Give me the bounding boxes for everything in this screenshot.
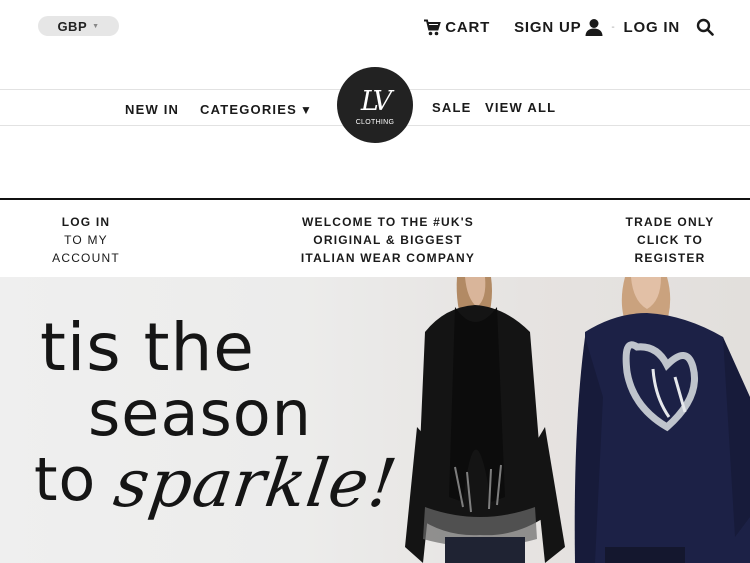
cart-link[interactable]: CART [423,19,490,36]
promo-login-line3: ACCOUNT [52,251,120,265]
log-in-link[interactable]: LOG IN [624,19,680,36]
nav-sale[interactable]: SALE [432,100,471,115]
hero-line-3: to [34,445,97,515]
chevron-down-icon: ▼ [92,22,100,30]
nav-categories-label: CATEGORIES [200,102,297,117]
hero-line-4: sparkle! [109,445,403,522]
cart-icon [423,19,442,36]
user-icon [585,18,603,36]
welcome-line3: ITALIAN WEAR COMPANY [300,251,476,265]
sign-up-label: SIGN UP [514,18,582,36]
account-nav: CART SIGN UP - LOG IN [423,14,714,40]
nav-new-in[interactable]: NEW IN [125,102,179,117]
chevron-down-icon: ▼ [300,102,314,117]
search-icon [696,18,714,36]
currency-selector[interactable]: GBP ▼ [38,16,119,36]
trade-line1: TRADE ONLY [625,215,715,229]
nav-categories[interactable]: CATEGORIES ▼ [200,102,313,117]
trade-line2: CLICK TO [636,233,704,247]
welcome-line2: ORIGINAL & BIGGEST [313,233,463,247]
search-button[interactable] [696,18,714,36]
nav-separator: - [611,21,616,33]
promo-login-line1: LOG IN [61,215,111,229]
hero-banner[interactable]: tis the season to sparkle! [0,277,750,563]
hero-line-1: tis the [40,309,255,386]
logo-subtitle: CLOTHING [355,119,395,126]
sign-up-link[interactable]: SIGN UP [514,18,603,36]
currency-value: GBP [57,18,88,34]
login-account-link[interactable]: LOG IN TO MY ACCOUNT [36,213,136,267]
logo-monogram: LV [360,86,392,117]
welcome-message: WELCOME TO THE #UK'S ORIGINAL & BIGGEST … [283,213,493,267]
trade-register-link[interactable]: TRADE ONLY CLICK TO REGISTER [615,213,725,267]
welcome-line1: WELCOME TO THE #UK'S [302,215,474,229]
promo-login-line2: TO MY [64,233,108,247]
trade-line3: REGISTER [634,251,706,265]
site-logo[interactable]: LV CLOTHING [337,67,413,143]
log-in-label: LOG IN [623,18,680,36]
nav-view-all[interactable]: VIEW ALL [485,100,556,115]
cart-label: CART [445,18,491,36]
hero-models-image [405,277,750,563]
hero-line-2: season [88,377,312,450]
promo-strip: LOG IN TO MY ACCOUNT WELCOME TO THE #UK'… [0,198,750,277]
